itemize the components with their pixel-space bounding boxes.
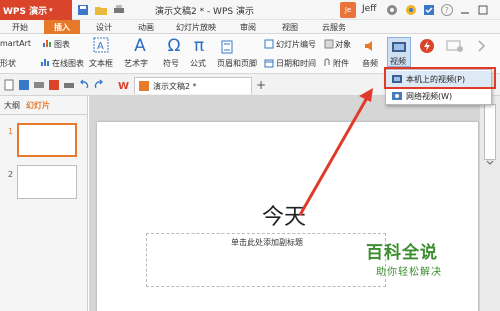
subtitle-placeholder[interactable]: 单击此处添加副标题 (146, 233, 386, 287)
audio-button[interactable]: 音频 (362, 58, 378, 69)
online-chart-button[interactable]: 在线图表 (52, 58, 84, 69)
textbox-button[interactable]: 文本框 (89, 58, 113, 69)
scrollbar-thumb[interactable] (484, 104, 496, 160)
save-icon[interactable] (18, 79, 30, 91)
menu-item-web-video[interactable]: 网络视频(W) (386, 88, 491, 104)
tab-slideshow[interactable]: 幻灯片放映 (166, 20, 226, 34)
audio-icon (362, 38, 378, 54)
textbox-icon: A (92, 36, 110, 59)
video-label: 视频 (390, 57, 406, 66)
presentation-icon (139, 81, 149, 91)
slide-title[interactable]: 今天 (262, 199, 306, 231)
new-tab-icon[interactable]: + (256, 79, 268, 91)
new-file-icon[interactable] (3, 79, 15, 91)
formula-icon: π (193, 36, 205, 56)
symbol-icon: Ω (167, 36, 181, 56)
settings-icon[interactable] (385, 2, 399, 18)
svg-text:W: W (118, 81, 129, 91)
tab-design[interactable]: 设计 (86, 20, 122, 34)
avatar[interactable]: Je (340, 2, 356, 18)
pane-divider (0, 114, 88, 115)
folder-icon[interactable] (94, 3, 108, 17)
watermark-subtitle: 助你轻松解决 (376, 267, 442, 278)
user-name[interactable]: Jeff (362, 4, 376, 14)
slide-thumbnail[interactable] (17, 123, 77, 157)
slide-thumbnail[interactable] (17, 165, 77, 199)
maximize-icon[interactable] (476, 3, 490, 17)
menu-item-label: 网络视频(W) (406, 91, 453, 101)
save-icon[interactable] (76, 3, 90, 17)
header-footer-button[interactable]: 页眉和页脚 (217, 58, 257, 69)
tab-outline[interactable]: 大纲 (4, 100, 20, 111)
document-tab-label: 演示文稿2 * (153, 81, 197, 91)
document-tab[interactable]: 演示文稿2 * (134, 77, 252, 94)
attachment-icon (322, 58, 332, 68)
smartart-button[interactable]: martArt (0, 39, 31, 48)
attachment-button[interactable]: 附件 (333, 58, 349, 69)
chevron-right-icon[interactable] (474, 38, 490, 54)
redo-icon[interactable] (93, 79, 105, 91)
slide-number: 1 (8, 127, 14, 136)
help-icon[interactable]: ? (440, 3, 454, 17)
symbol-button[interactable]: 符号 (163, 58, 179, 69)
export-pdf-icon[interactable] (48, 79, 60, 91)
feedback-icon[interactable] (422, 3, 436, 17)
scroll-down-icon[interactable] (484, 158, 496, 168)
object-icon (324, 39, 334, 49)
print-icon[interactable] (63, 79, 75, 91)
slide-number-icon (264, 39, 274, 49)
art-text-button[interactable]: 艺术字 (124, 58, 148, 69)
chart-icon (42, 38, 52, 48)
film-icon (391, 40, 407, 54)
shape-button[interactable]: 形状 (0, 58, 16, 69)
tab-review[interactable]: 审阅 (230, 20, 266, 34)
chevron-down-icon: ▾ (49, 6, 53, 14)
app-menu-button[interactable]: WPS 演示 ▾ (0, 0, 72, 20)
skin-icon[interactable] (404, 3, 418, 17)
print-icon[interactable] (112, 3, 126, 17)
highlight-box (384, 67, 496, 89)
tab-slides[interactable]: 幻灯片 (26, 100, 50, 111)
minimize-icon[interactable] (458, 3, 472, 17)
screen-record-icon[interactable] (446, 38, 464, 54)
web-video-icon (392, 91, 402, 101)
tab-insert[interactable]: 插入 (44, 20, 80, 34)
svg-text:?: ? (445, 6, 449, 15)
object-button[interactable]: 对象 (335, 39, 351, 50)
watermark-title: 百科全说 (366, 243, 438, 263)
slide-number: 2 (8, 170, 14, 179)
flash-icon[interactable] (419, 38, 435, 54)
tab-animation[interactable]: 动画 (128, 20, 164, 34)
datetime-button[interactable]: 日期和时间 (276, 58, 316, 69)
art-text-icon: A (134, 36, 146, 56)
header-footer-icon (220, 40, 234, 54)
subtitle-placeholder-text: 单击此处添加副标题 (231, 238, 303, 247)
tab-view[interactable]: 视图 (272, 20, 308, 34)
slide-number-button[interactable]: 幻灯片编号 (276, 39, 316, 50)
calendar-icon (264, 58, 274, 68)
undo-icon[interactable] (78, 79, 90, 91)
svg-text:A: A (97, 41, 104, 52)
print-preview-icon[interactable] (33, 79, 45, 91)
tab-cloud[interactable]: 云服务 (312, 20, 356, 34)
formula-button[interactable]: 公式 (190, 58, 206, 69)
chart-button[interactable]: 图表 (54, 39, 70, 50)
app-brand-label: WPS 演示 (3, 6, 48, 17)
window-title: 演示文稿2 * - WPS 演示 (155, 7, 254, 17)
online-chart-icon (40, 57, 50, 67)
wps-logo-icon: W (118, 79, 130, 92)
video-button[interactable]: 视频 (387, 37, 411, 67)
tab-home[interactable]: 开始 (2, 20, 38, 34)
